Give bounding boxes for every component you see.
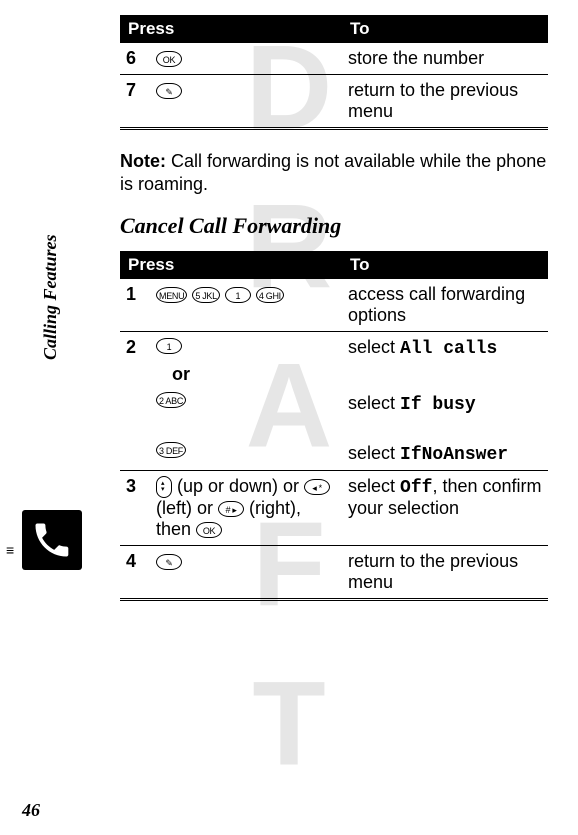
step-number: 4 bbox=[120, 546, 150, 600]
option-all-calls: All calls bbox=[400, 339, 497, 359]
step-number: 6 bbox=[120, 43, 150, 75]
hash-right-key-icon: # ▸ bbox=[218, 501, 244, 517]
col-to-header: To bbox=[342, 15, 548, 43]
table-row: 2 1 or 2 ABC 3 DEF select All calls bbox=[120, 331, 548, 470]
step-description: access call forwarding options bbox=[342, 279, 548, 332]
nav-updown-key-icon bbox=[156, 476, 172, 498]
sidebar-label: Calling Features bbox=[40, 234, 61, 360]
phone-icon bbox=[22, 510, 82, 570]
select-label: select bbox=[348, 393, 400, 413]
end-key-icon: ✎ bbox=[156, 83, 182, 99]
col-press-header: Press bbox=[120, 15, 342, 43]
four-key-icon: 4 GHI bbox=[256, 287, 284, 303]
option-if-no-answer: IfNoAnswer bbox=[400, 445, 508, 465]
table-row: 1 MENU 5 JKL 1 4 GHI access call forward… bbox=[120, 279, 548, 332]
decorative-lines-icon: ≡ bbox=[6, 548, 14, 552]
table-row: 7 ✎ return to the previous menu bbox=[120, 75, 548, 129]
note-paragraph: Note: Call forwarding is not available w… bbox=[120, 150, 548, 197]
one-key-icon: 1 bbox=[156, 338, 182, 354]
col-press-header: Press bbox=[120, 251, 342, 279]
two-key-icon: 2 ABC bbox=[156, 392, 186, 408]
step-description: select Off, then confirm your selection bbox=[342, 470, 548, 545]
section-heading: Cancel Call Forwarding bbox=[120, 213, 548, 239]
step-description: return to the previous menu bbox=[342, 546, 548, 600]
table-row: 6 OK store the number bbox=[120, 43, 548, 75]
select-label: select bbox=[348, 337, 400, 357]
table-store-return: Press To 6 OK store the number 7 ✎ retur… bbox=[120, 15, 548, 130]
five-key-icon: 5 JKL bbox=[192, 287, 220, 303]
table-row: 4 ✎ return to the previous menu bbox=[120, 546, 548, 600]
note-label: Note: bbox=[120, 151, 166, 171]
step-number: 7 bbox=[120, 75, 150, 129]
one-key-icon: 1 bbox=[225, 287, 251, 303]
star-left-key-icon: ◂ * bbox=[304, 479, 330, 495]
note-text: Call forwarding is not available while t… bbox=[120, 151, 546, 194]
end-key-icon: ✎ bbox=[156, 554, 182, 570]
step-description: return to the previous menu bbox=[342, 75, 548, 129]
col-to-header: To bbox=[342, 251, 548, 279]
step-description: store the number bbox=[342, 43, 548, 75]
option-if-busy: If busy bbox=[400, 395, 476, 415]
ok-key-icon: OK bbox=[196, 522, 222, 538]
select-label: select bbox=[348, 476, 400, 496]
ok-key-icon: OK bbox=[156, 51, 182, 67]
table-row: 3 (up or down) or ◂ * (left) or # ▸ (rig… bbox=[120, 470, 548, 545]
select-label: select bbox=[348, 443, 400, 463]
page-number: 46 bbox=[22, 800, 40, 821]
three-key-icon: 3 DEF bbox=[156, 442, 186, 458]
option-off: Off bbox=[400, 478, 432, 498]
step-description: select If busy bbox=[348, 393, 542, 415]
step-description: select IfNoAnswer bbox=[348, 443, 542, 465]
press-text: (left) or bbox=[156, 498, 218, 518]
step-number: 3 bbox=[120, 470, 150, 545]
table-cancel-forwarding: Press To 1 MENU 5 JKL 1 4 GHI access cal… bbox=[120, 251, 548, 601]
menu-key-icon: MENU bbox=[156, 287, 187, 303]
or-label: or bbox=[172, 364, 336, 385]
step-number: 2 bbox=[120, 331, 150, 470]
step-number: 1 bbox=[120, 279, 150, 332]
step-description: select All calls bbox=[348, 337, 542, 359]
press-text: (up or down) or bbox=[172, 476, 304, 496]
